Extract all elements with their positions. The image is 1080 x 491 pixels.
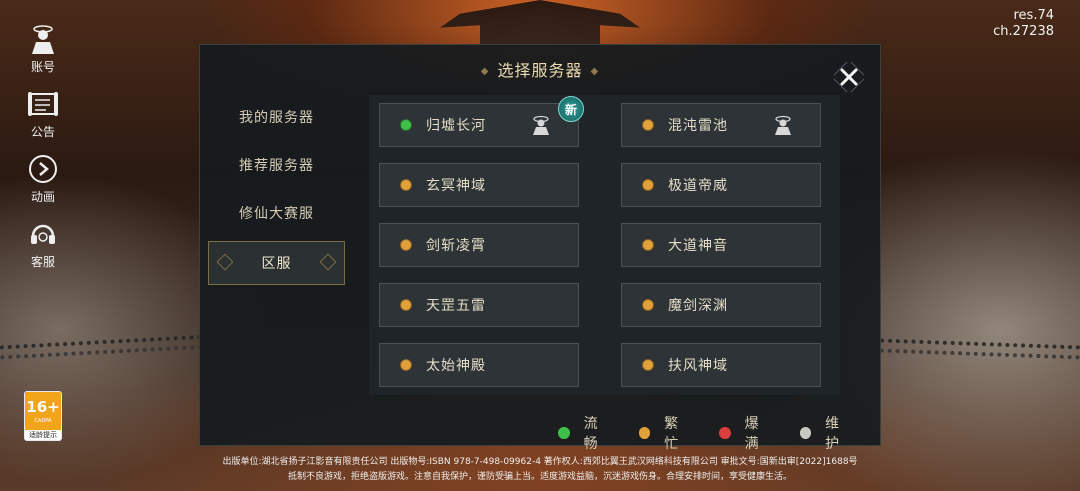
server-button[interactable]: 剑斩凌霄 [379,223,579,267]
server-list[interactable]: 归墟长河 新混沌雷池 玄冥神域 极道帝威 剑斩凌霄 大道神音 天罡五雷 魔剑深渊 太始神殿 扶风神… [369,95,840,395]
character-icon [530,114,552,136]
age-rating-badge: 16+ CADPA 适龄提示 [24,391,62,441]
server-name: 扶风神域 [668,358,728,374]
server-status-dot [400,299,412,311]
health-notice-line: 抵制不良游戏，拒绝盗版游戏。注意自我保护，谨防受骗上当。适度游戏益脑，沉迷游戏伤… [287,472,792,482]
legend-label: 流畅 [583,416,599,452]
server-tabs: 我的服务器 推荐服务器 修仙大赛服 区服 [208,93,345,285]
legend-label: 繁忙 [664,416,680,452]
age-rating: 16+ [26,398,60,416]
announcement-icon [26,87,60,121]
server-name: 大道神音 [668,238,728,254]
version-info: res.74 ch.27238 [993,8,1054,40]
title-decoration-right-icon: ◆ [590,66,600,77]
server-button[interactable]: 天罡五雷 [379,283,579,327]
legend-item: 流畅 [558,413,613,453]
server-status-dot [400,359,412,371]
account-icon [26,22,60,56]
server-status-dot [642,239,654,251]
server-status-dot [642,299,654,311]
side-item-label: 客服 [30,255,55,269]
character-icon [772,114,794,136]
server-name: 归墟长河 [426,118,486,134]
res-version: res.74 [1013,8,1054,23]
title-decoration-left-icon: ◆ [480,66,490,77]
tab-contest-servers[interactable]: 修仙大赛服 [208,189,345,237]
side-item-customer-service[interactable]: 客服 [14,217,72,270]
server-status-dot [400,119,412,131]
age-rating-tip: 适龄提示 [25,430,61,440]
legend-dot-maintenance [799,427,812,439]
server-name: 极道帝威 [668,178,728,194]
server-status-dot [400,239,412,251]
legend-dot-smooth [558,427,570,439]
customer-service-icon [26,217,60,251]
close-button[interactable] [832,60,866,94]
age-rating-org: CADPA [34,418,52,424]
server-status-dot [642,179,654,191]
server-button[interactable]: 玄冥神域 [379,163,579,207]
tab-recommended-servers[interactable]: 推荐服务器 [208,141,345,189]
new-server-badge: 新 [558,96,584,122]
tab-zone-servers[interactable]: 区服 [208,241,345,285]
background-temple-roof [440,0,640,46]
server-button[interactable]: 太始神殿 [379,343,579,387]
server-name: 天罡五雷 [426,298,486,314]
server-name: 剑斩凌霄 [426,238,486,254]
server-button[interactable]: 大道神音 [621,223,821,267]
legend-label: 维护 [825,416,841,452]
server-button[interactable]: 魔剑深渊 [621,283,821,327]
side-item-announcement[interactable]: 公告 [14,87,72,140]
legend-dot-busy [638,427,651,439]
server-status-dot [642,359,654,371]
status-legend: 流畅 繁忙 爆满 维护 [558,413,880,453]
publisher-info-line: 出版单位:湖北省扬子江影音有限责任公司 出版物号:ISBN 978-7-498-… [222,457,858,467]
server-name: 混沌雷池 [668,118,728,134]
panel-title-text: 选择服务器 [497,61,583,80]
server-button[interactable]: 归墟长河 新 [379,96,584,147]
side-item-label: 公告 [30,125,55,139]
server-button[interactable]: 混沌雷池 [621,103,821,147]
play-icon [26,152,60,186]
side-item-label: 账号 [30,60,55,74]
publisher-notice: 出版单位:湖北省扬子江影音有限责任公司 出版物号:ISBN 978-7-498-… [0,455,1080,485]
background-chain-left [0,334,211,360]
server-button[interactable]: 极道帝威 [621,163,821,207]
panel-title: ◆ 选择服务器 ◆ [200,57,880,81]
legend-label: 爆满 [744,416,760,452]
server-status-dot [642,119,654,131]
side-item-account[interactable]: 账号 [14,22,72,75]
legend-item: 维护 [799,413,855,453]
server-button[interactable]: 扶风神域 [621,343,821,387]
legend-item: 繁忙 [638,413,694,453]
channel-version: ch.27238 [993,24,1054,39]
side-item-animation[interactable]: 动画 [14,152,72,205]
side-menu: 账号 公告 动画 客服 [14,22,72,282]
legend-item: 爆满 [719,413,774,453]
close-icon [834,62,864,92]
server-status-dot [400,179,412,191]
tab-my-servers[interactable]: 我的服务器 [208,93,345,141]
server-name: 太始神殿 [426,358,486,374]
server-name: 魔剑深渊 [668,298,728,314]
server-name: 玄冥神域 [426,178,486,194]
side-item-label: 动画 [30,190,55,204]
server-select-panel: ◆ 选择服务器 ◆ 我的服务器 推荐服务器 修仙大赛服 区服 归墟长河 新混沌雷池 玄冥… [199,44,881,452]
legend-dot-full [719,427,731,439]
background-chain-right [879,338,1080,360]
